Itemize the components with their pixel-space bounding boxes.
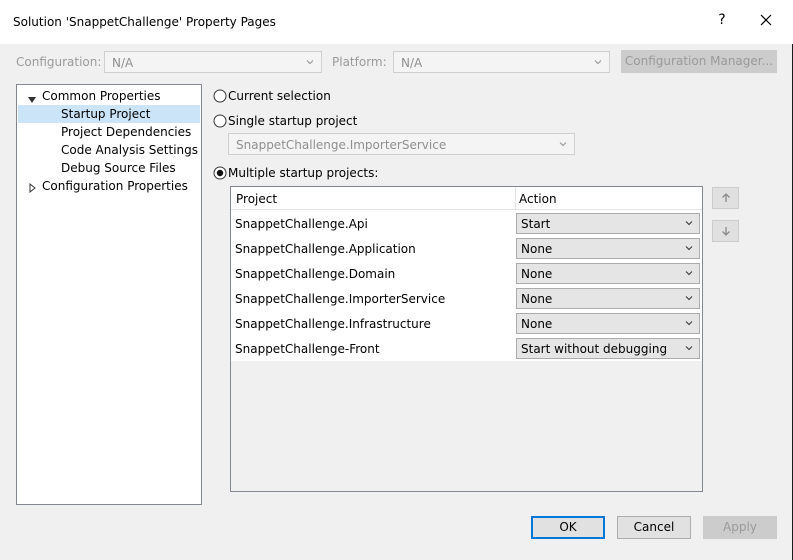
chevron-down-icon xyxy=(685,342,693,356)
configuration-manager-button[interactable]: Configuration Manager... xyxy=(621,50,777,73)
tree-item-debug-source-files[interactable]: Debug Source Files xyxy=(61,159,176,177)
move-down-button[interactable] xyxy=(712,220,739,242)
row-project-name: SnappetChallenge.Application xyxy=(235,242,416,256)
grid-header: Project Action xyxy=(231,187,702,210)
tree-item-code-analysis-settings[interactable]: Code Analysis Settings xyxy=(61,141,198,159)
platform-label: Platform: xyxy=(332,55,387,69)
single-startup-label[interactable]: Single startup project xyxy=(228,114,357,128)
configuration-dropdown[interactable]: N/A xyxy=(104,51,322,73)
row-action-value: None xyxy=(521,242,553,256)
row-action-dropdown[interactable]: None xyxy=(516,313,700,334)
close-icon[interactable] xyxy=(756,10,776,30)
cancel-button[interactable]: Cancel xyxy=(617,516,691,539)
tree-item-common-properties[interactable]: Common Properties xyxy=(42,87,161,105)
row-action-dropdown[interactable]: Start xyxy=(516,213,700,234)
chevron-down-icon xyxy=(685,317,693,331)
header-action[interactable]: Action xyxy=(519,192,557,206)
row-action-dropdown[interactable]: Start without debugging xyxy=(516,338,700,359)
help-button[interactable]: ? xyxy=(715,12,729,28)
row-action-value: Start xyxy=(521,217,551,231)
row-action-dropdown[interactable]: None xyxy=(516,288,700,309)
expanded-arrow-icon[interactable] xyxy=(27,94,37,104)
row-action-value: Start without debugging xyxy=(521,342,668,356)
row-action-value: None xyxy=(521,267,553,281)
tree-item-project-dependencies[interactable]: Project Dependencies xyxy=(61,123,191,141)
ok-button[interactable]: OK xyxy=(531,516,605,539)
row-action-dropdown[interactable]: None xyxy=(516,238,700,259)
row-action-dropdown[interactable]: None xyxy=(516,263,700,284)
row-action-value: None xyxy=(521,292,553,306)
table-row[interactable]: SnappetChallenge-Front Start without deb… xyxy=(231,336,702,361)
configuration-label: Configuration: xyxy=(16,55,102,69)
row-project-name: SnappetChallenge.Domain xyxy=(235,267,396,281)
single-startup-value: SnappetChallenge.ImporterService xyxy=(236,138,447,152)
startup-projects-grid: Project Action SnappetChallenge.Api Star… xyxy=(230,186,703,492)
row-project-name: SnappetChallenge.ImporterService xyxy=(235,292,446,306)
row-action-value: None xyxy=(521,317,553,331)
property-tree: Common Properties Startup Project Projec… xyxy=(16,84,202,505)
move-up-button[interactable] xyxy=(712,187,739,209)
chevron-down-icon xyxy=(685,217,693,231)
row-project-name: SnappetChallenge.Infrastructure xyxy=(235,317,431,331)
table-row[interactable]: SnappetChallenge.Api Start xyxy=(231,211,702,236)
tree-item-configuration-properties[interactable]: Configuration Properties xyxy=(42,177,188,195)
table-row[interactable]: SnappetChallenge.Domain None xyxy=(231,261,702,286)
single-startup-dropdown[interactable]: SnappetChallenge.ImporterService xyxy=(228,133,575,155)
table-row[interactable]: SnappetChallenge.Infrastructure None xyxy=(231,311,702,336)
row-project-name: SnappetChallenge.Api xyxy=(235,217,368,231)
platform-value: N/A xyxy=(401,56,423,70)
tree-item-label: Startup Project xyxy=(61,107,151,121)
chevron-down-icon xyxy=(558,138,568,152)
collapsed-arrow-icon[interactable] xyxy=(27,182,37,194)
platform-dropdown[interactable]: N/A xyxy=(393,51,610,73)
row-project-name: SnappetChallenge-Front xyxy=(235,342,380,356)
chevron-down-icon xyxy=(685,267,693,281)
current-selection-label[interactable]: Current selection xyxy=(228,89,331,103)
chevron-down-icon xyxy=(305,56,315,70)
title-bar: Solution 'SnappetChallenge' Property Pag… xyxy=(0,0,793,44)
property-pages-dialog: Solution 'SnappetChallenge' Property Pag… xyxy=(0,0,793,560)
window-title: Solution 'SnappetChallenge' Property Pag… xyxy=(13,15,276,29)
tree-item-startup-project[interactable]: Startup Project xyxy=(18,105,200,123)
current-selection-radio[interactable] xyxy=(213,89,227,103)
chevron-down-icon xyxy=(685,242,693,256)
grid-body: Project Action SnappetChallenge.Api Star… xyxy=(231,187,702,361)
table-row[interactable]: SnappetChallenge.Application None xyxy=(231,236,702,261)
chevron-down-icon xyxy=(593,56,603,70)
chevron-down-icon xyxy=(685,292,693,306)
configuration-value: N/A xyxy=(112,56,134,70)
header-project[interactable]: Project xyxy=(236,192,277,206)
multiple-startup-radio[interactable] xyxy=(213,166,227,180)
column-divider[interactable] xyxy=(515,187,516,210)
single-startup-radio[interactable] xyxy=(213,114,227,128)
table-row[interactable]: SnappetChallenge.ImporterService None xyxy=(231,286,702,311)
multiple-startup-label[interactable]: Multiple startup projects: xyxy=(228,166,378,180)
apply-button[interactable]: Apply xyxy=(703,516,777,539)
